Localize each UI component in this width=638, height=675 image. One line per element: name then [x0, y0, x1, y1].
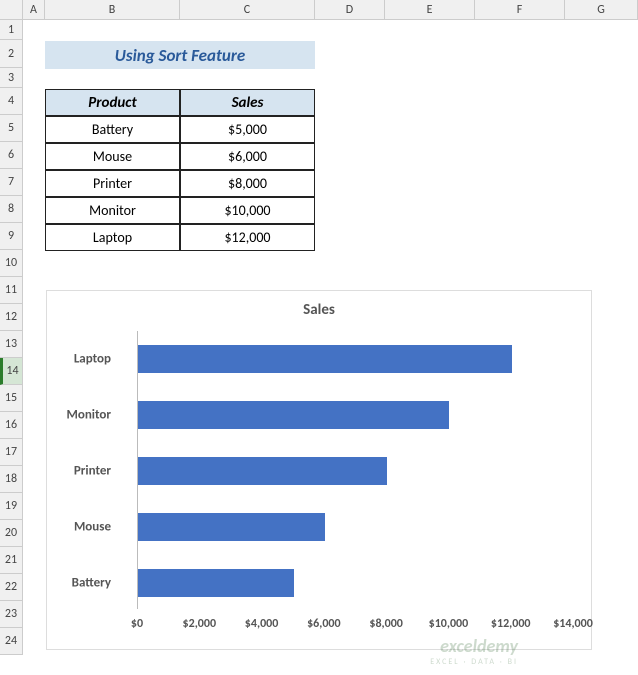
row-header[interactable]: 12 [0, 304, 23, 331]
grid-corner[interactable] [0, 0, 23, 20]
row-header[interactable]: 3 [0, 68, 23, 88]
row-header[interactable]: 16 [0, 412, 23, 439]
row-header[interactable]: 13 [0, 331, 23, 358]
bar-chart[interactable]: Sales LaptopMonitorPrinterMouseBattery $… [46, 290, 592, 650]
chart-x-tick: $10,000 [429, 617, 469, 631]
chart-bar[interactable] [138, 457, 387, 485]
col-header[interactable]: F [475, 0, 565, 20]
row-header[interactable]: 14 [0, 358, 23, 385]
chart-x-tick: $14,000 [553, 617, 593, 631]
table-cell-sales[interactable]: $5,000 [180, 116, 315, 143]
table-row[interactable]: Battery$5,000 [45, 116, 315, 143]
row-header[interactable]: 2 [0, 40, 23, 68]
watermark-brand: exceldemy [440, 635, 518, 657]
col-header[interactable]: C [180, 0, 315, 20]
chart-x-tick: $0 [131, 617, 143, 631]
data-table[interactable]: Product Sales Battery$5,000Mouse$6,000Pr… [45, 89, 315, 251]
chart-x-tick: $6,000 [307, 617, 341, 631]
table-cell-product[interactable]: Mouse [45, 143, 180, 170]
table-cell-sales[interactable]: $12,000 [180, 224, 315, 251]
chart-y-label: Battery [31, 576, 111, 591]
chart-x-tick: $4,000 [245, 617, 279, 631]
chart-y-label: Laptop [31, 352, 111, 367]
x-axis: $0$2,000$4,000$6,000$8,000$10,000$12,000… [137, 617, 571, 637]
watermark-tagline: EXCEL · DATA · BI [430, 657, 518, 667]
table-cell-product[interactable]: Printer [45, 170, 180, 197]
table-row[interactable]: Monitor$10,000 [45, 197, 315, 224]
row-header[interactable]: 20 [0, 520, 23, 547]
chart-bar[interactable] [138, 345, 512, 373]
row-header[interactable]: 4 [0, 88, 23, 115]
chart-bar[interactable] [138, 401, 449, 429]
row-header[interactable]: 11 [0, 277, 23, 304]
row-header[interactable]: 19 [0, 493, 23, 520]
table-cell-product[interactable]: Battery [45, 116, 180, 143]
row-header[interactable]: 21 [0, 547, 23, 574]
row-header[interactable]: 15 [0, 385, 23, 412]
row-header[interactable]: 22 [0, 574, 23, 601]
row-header[interactable]: 7 [0, 169, 23, 196]
table-cell-product[interactable]: Laptop [45, 224, 180, 251]
table-row[interactable]: Printer$8,000 [45, 170, 315, 197]
row-header[interactable]: 1 [0, 20, 23, 40]
col-header[interactable]: D [315, 0, 385, 20]
table-cell-sales[interactable]: $10,000 [180, 197, 315, 224]
chart-bar[interactable] [138, 513, 325, 541]
table-cell-product[interactable]: Monitor [45, 197, 180, 224]
plot-area: LaptopMonitorPrinterMouseBattery [137, 331, 571, 609]
col-header[interactable]: E [385, 0, 475, 20]
table-header-product[interactable]: Product [45, 89, 180, 116]
chart-title: Sales [47, 291, 591, 324]
row-header[interactable]: 18 [0, 466, 23, 493]
chart-x-tick: $2,000 [183, 617, 217, 631]
row-header[interactable]: 24 [0, 628, 23, 655]
chart-x-tick: $12,000 [491, 617, 531, 631]
table-row[interactable]: Mouse$6,000 [45, 143, 315, 170]
table-row[interactable]: Laptop$12,000 [45, 224, 315, 251]
row-header[interactable]: 5 [0, 115, 23, 142]
table-cell-sales[interactable]: $8,000 [180, 170, 315, 197]
table-cell-sales[interactable]: $6,000 [180, 143, 315, 170]
table-header-sales[interactable]: Sales [180, 89, 315, 116]
chart-y-label: Printer [31, 464, 111, 479]
chart-y-label: Mouse [31, 520, 111, 535]
row-header[interactable]: 23 [0, 601, 23, 628]
col-header[interactable]: B [45, 0, 180, 20]
row-header[interactable]: 8 [0, 196, 23, 223]
chart-bar[interactable] [138, 569, 294, 597]
row-header[interactable]: 10 [0, 250, 23, 277]
col-header[interactable]: G [565, 0, 638, 20]
sheet-title: Using Sort Feature [45, 41, 315, 69]
row-header[interactable]: 9 [0, 223, 23, 250]
row-header[interactable]: 17 [0, 439, 23, 466]
col-header[interactable]: A [23, 0, 45, 20]
chart-x-tick: $8,000 [369, 617, 403, 631]
row-header[interactable]: 6 [0, 142, 23, 169]
chart-y-label: Monitor [31, 408, 111, 423]
